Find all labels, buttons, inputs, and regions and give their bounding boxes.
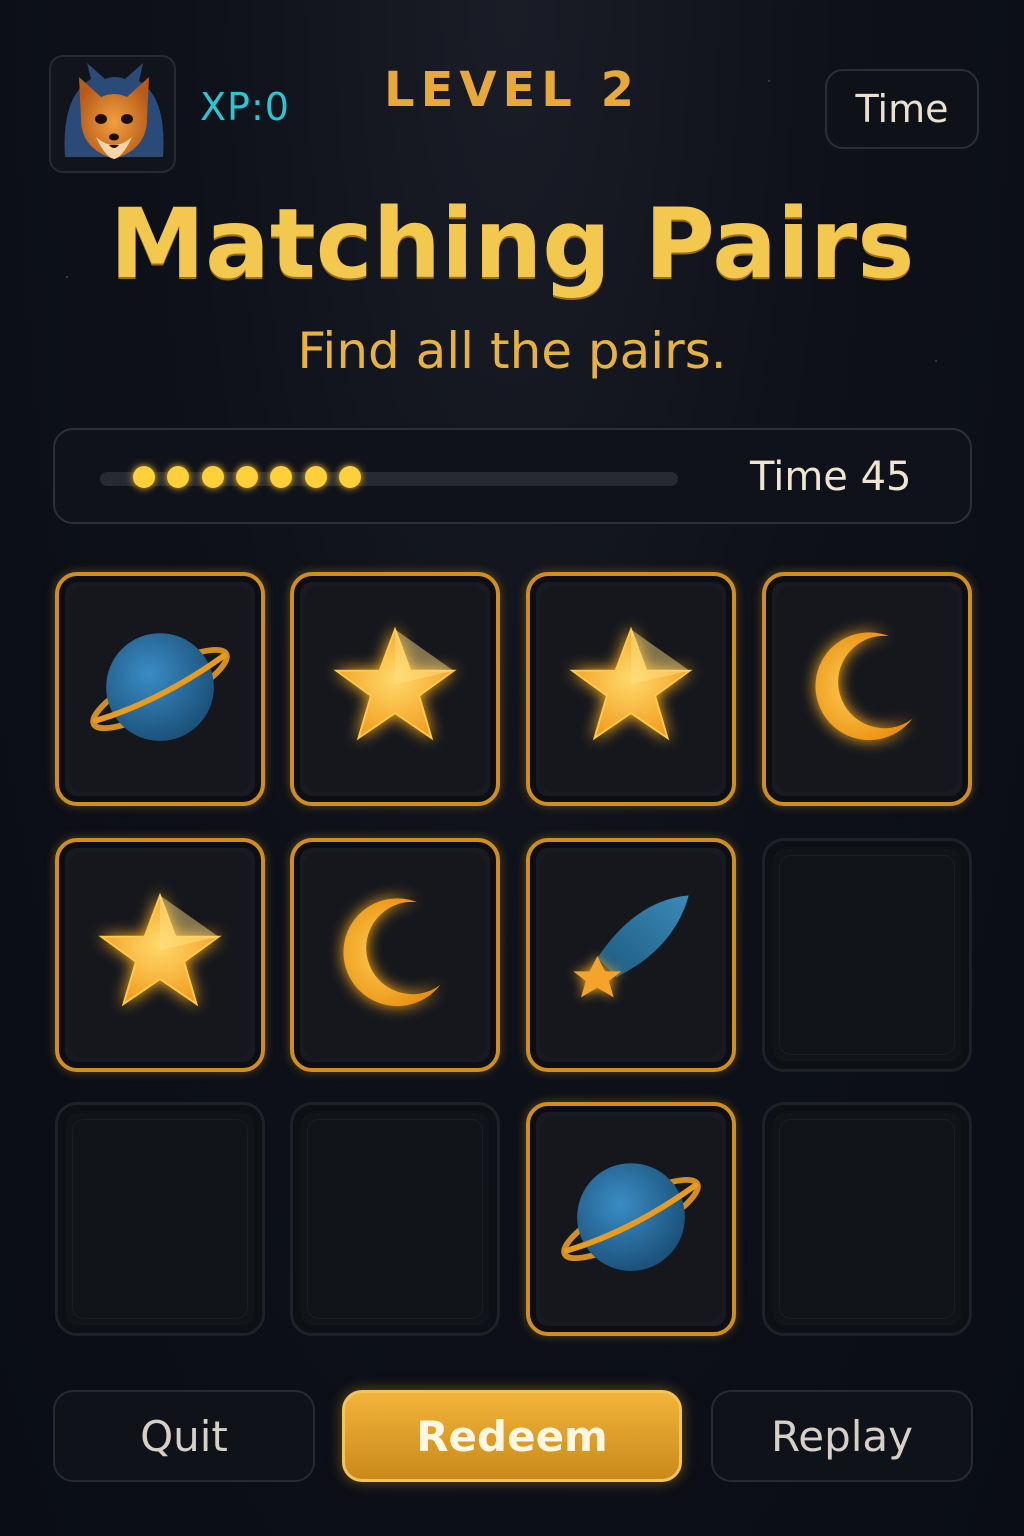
card-revealed[interactable] [526,838,736,1072]
card-hidden[interactable] [290,1102,500,1336]
star-icon [569,626,693,741]
card-revealed[interactable] [762,572,972,806]
time-readout-label: Time [750,454,848,500]
progress-dot [235,466,258,488]
page-title: Matching Pairs [109,188,915,300]
card-revealed[interactable] [290,838,500,1072]
time-button[interactable]: Time [825,69,979,149]
star-icon [98,892,222,1007]
progress-dot [338,466,361,488]
card-revealed[interactable] [55,838,265,1072]
card-revealed[interactable] [290,572,500,806]
card-face [779,855,955,1055]
progress-dot [201,466,224,488]
comet-icon [573,895,689,998]
card-face [72,1119,248,1319]
redeem-button[interactable]: Redeem [342,1390,682,1482]
time-readout: Time 45 [750,454,912,500]
planet-icon [561,1163,701,1271]
quit-button[interactable]: Quit [53,1390,315,1482]
progress-panel: Time 45 [53,428,972,524]
moon-icon [815,632,913,741]
card-face [307,1119,483,1319]
moon-icon [343,898,441,1007]
page-subtitle: Find all the pairs. [297,322,727,380]
planet-icon [90,633,230,741]
card-hidden[interactable] [55,1102,265,1336]
progress-dot [133,466,155,488]
card-hidden[interactable] [762,1102,972,1336]
card-hidden[interactable] [762,838,972,1072]
game-screen: XP:0 LEVEL 2 Time Matching Pairs Find al… [0,0,1024,1536]
card-revealed[interactable] [526,572,736,806]
star-icon [333,626,457,741]
replay-button[interactable]: Replay [711,1390,973,1482]
card-revealed[interactable] [55,572,265,806]
card-revealed[interactable] [526,1102,736,1336]
card-face [779,1119,955,1319]
time-readout-value: 45 [860,454,912,500]
progress-dot [304,466,327,488]
